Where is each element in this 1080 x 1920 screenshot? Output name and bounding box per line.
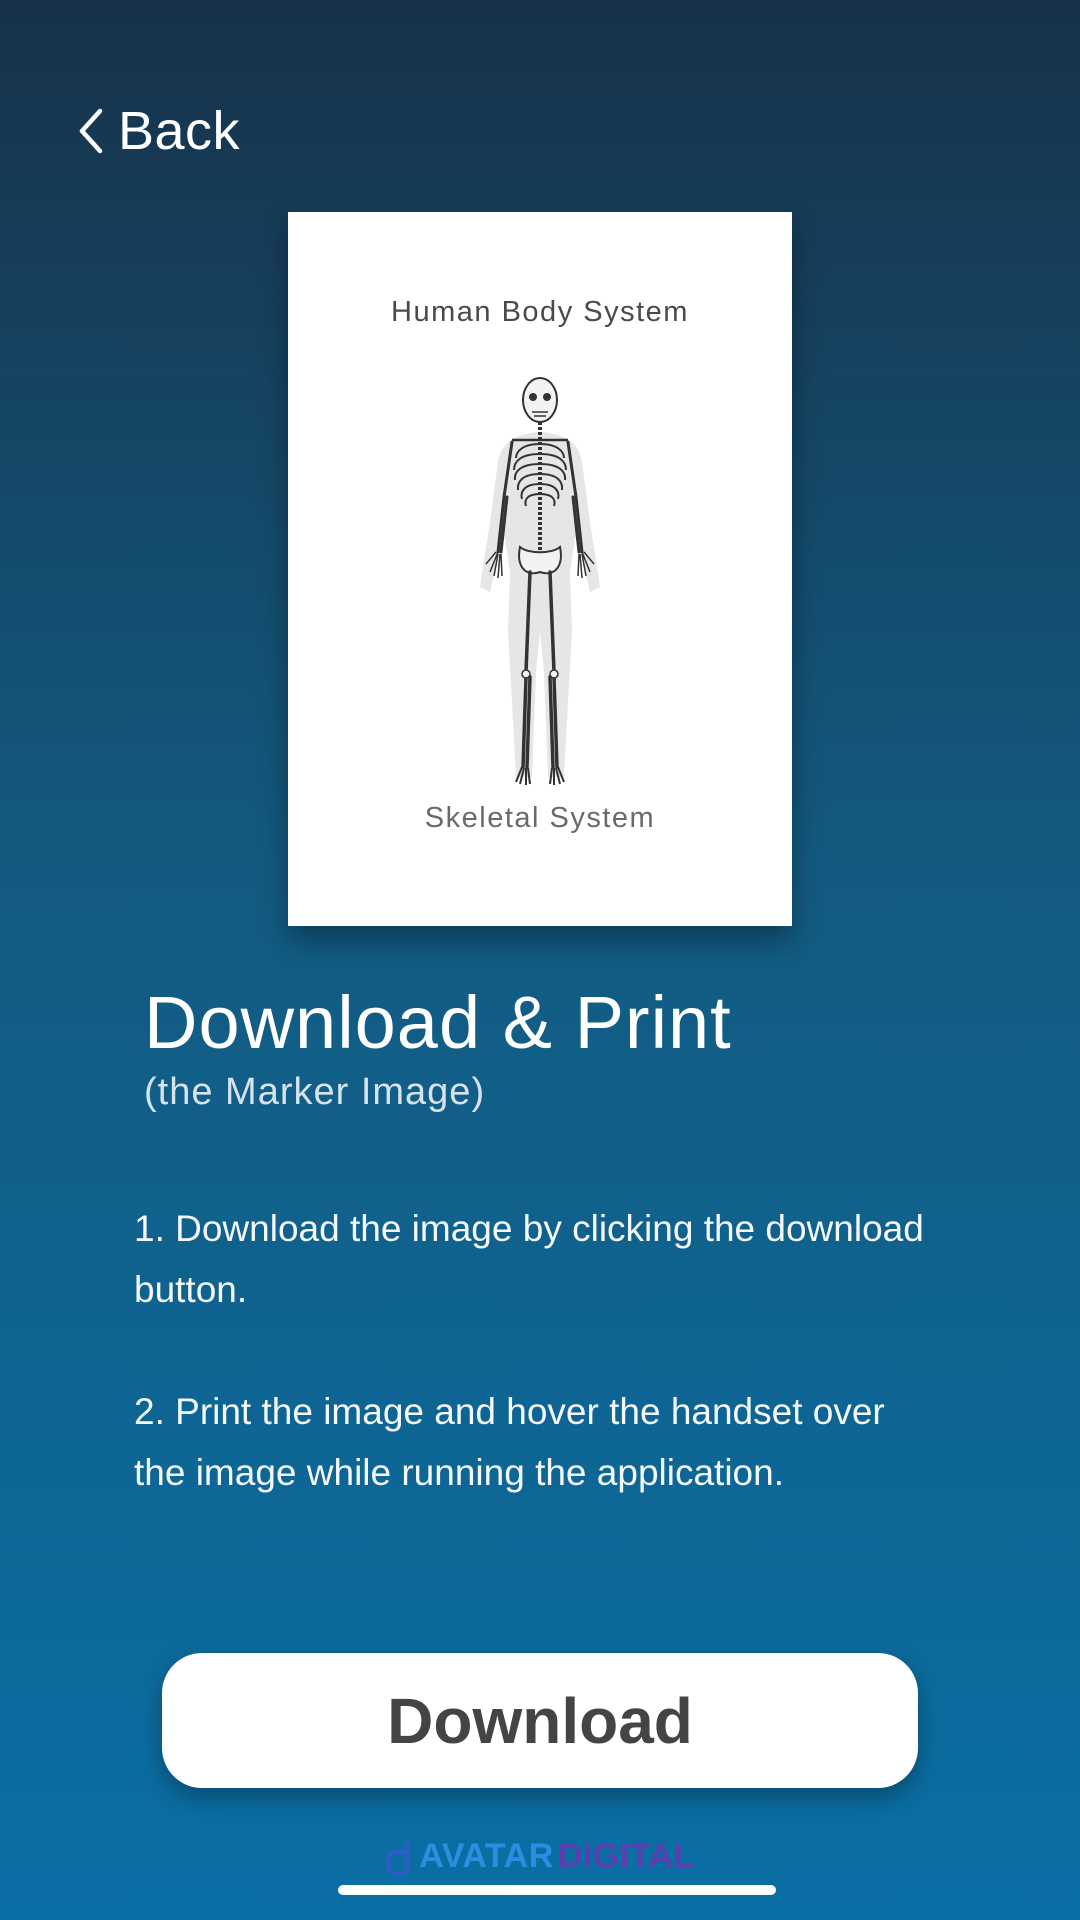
back-button[interactable]: Back — [78, 100, 240, 162]
marker-subtitle: Skeletal System — [424, 802, 656, 834]
instruction-step-1: 1. Download the image by clicking the do… — [134, 1208, 924, 1310]
brand-word-avatar: AVATAR — [419, 1836, 554, 1875]
page-title: Download & Print — [144, 981, 732, 1064]
chevron-left-icon — [79, 108, 103, 154]
download-button[interactable]: Download — [162, 1653, 918, 1788]
marker-image-preview: Human Body System Skeletal System — [288, 212, 792, 926]
marker-title: Human Body System — [391, 296, 689, 328]
avatar-digital-logo: AVATAR DIGITAL — [0, 1836, 1080, 1876]
instructions-list: 1. Download the image by clicking the do… — [134, 1198, 934, 1564]
brand-word-digital: DIGITAL — [557, 1836, 695, 1875]
page-subtitle: (the Marker Image) — [144, 1071, 486, 1113]
heading-block: Download & Print (the Marker Image) — [144, 980, 732, 1114]
download-button-label: Download — [387, 1684, 693, 1757]
home-indicator[interactable] — [338, 1885, 776, 1895]
back-label: Back — [118, 101, 241, 161]
brand-mark-icon — [385, 1838, 410, 1876]
instruction-step-2: 2. Print the image and hover the handset… — [134, 1391, 885, 1493]
skeleton-illustration — [480, 377, 600, 785]
